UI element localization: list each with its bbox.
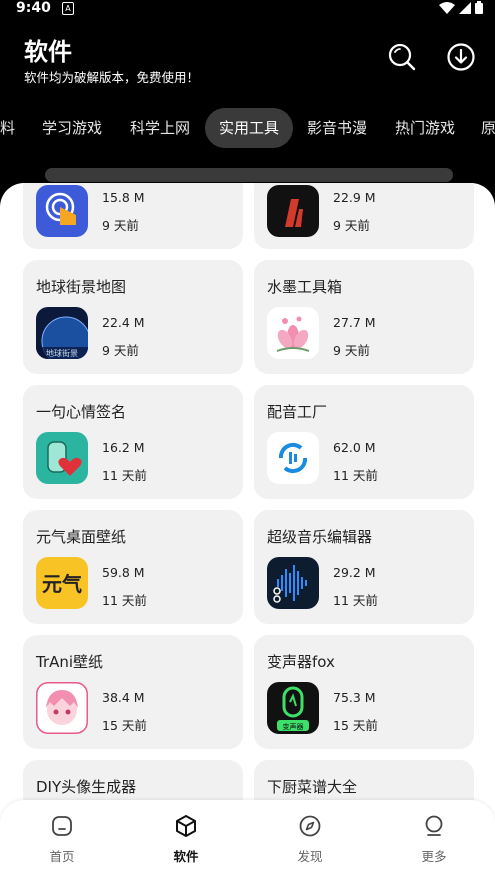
app-name: 超级音乐编辑器 [267,528,373,546]
app-name: 水墨工具箱 [267,278,343,296]
download-icon [447,43,475,71]
tab-media-books[interactable]: 影音书漫 [307,108,367,148]
status-icons [439,1,483,14]
app-card[interactable]: TrAni壁纸 38.4 M 15 天前 [23,635,243,749]
anime-girl-icon [36,682,88,734]
download-button[interactable] [446,42,476,72]
app-size: 22.9 M [333,190,376,205]
app-updated: 9 天前 [333,218,370,233]
app-name: 配音工厂 [267,403,328,421]
more-icon [425,815,443,836]
tab-partial-right[interactable]: 原 [481,108,495,148]
app-size: 59.8 M [102,565,145,580]
app-name: 下厨菜谱大全 [267,778,358,796]
nav-label: 更多 [421,849,447,864]
app-size: 75.3 M [333,690,376,705]
app-list-sheet[interactable]: 15.8 M 9 天前 22.9 M 9 天前 地球街景地图 地球街景 22.4… [0,183,495,874]
nav-label: 首页 [49,849,75,864]
app-updated: 11 天前 [333,593,378,608]
category-tabs: 料 学习游戏 科学上网 实用工具 影音书漫 热门游戏 原 [0,108,495,148]
app-card[interactable]: 元气桌面壁纸 元气 59.8 M 11 天前 [23,510,243,624]
app-card[interactable]: 一句心情签名 16.2 M 11 天前 [23,385,243,499]
app-size: 27.7 M [333,315,376,330]
signal-icon [459,1,471,14]
tab-utilities[interactable]: 实用工具 [205,108,294,148]
app-size: 15.8 M [102,190,145,205]
app-size: 62.0 M [333,440,376,455]
status-bar: 9:40 A [0,0,495,18]
cube-icon [176,815,196,837]
app-updated: 11 天前 [102,593,147,608]
tap-app-icon [36,185,88,237]
app-name: 变声器fox [267,653,335,671]
nav-label: 发现 [297,849,323,864]
app-card[interactable]: 地球街景地图 地球街景 22.4 M 9 天前 [23,260,243,374]
tab-study-games[interactable]: 学习游戏 [42,108,102,148]
app-updated: 15 天前 [333,718,378,733]
app-card[interactable]: 水墨工具箱 27.7 M 9 天前 [254,260,474,374]
app-card[interactable]: 15.8 M 9 天前 [23,183,243,249]
battery-icon [475,1,483,14]
app-name: 元气桌面壁纸 [36,528,127,546]
tab-science-web[interactable]: 科学上网 [130,108,190,148]
app-name: 一句心情签名 [36,403,127,421]
app-name: TrAni壁纸 [36,653,104,671]
nav-software[interactable]: 软件 [146,814,226,865]
app-card[interactable]: 配音工厂 62.0 M 11 天前 [254,385,474,499]
app-size: 38.4 M [102,690,145,705]
nav-label: 软件 [173,849,199,864]
app-updated: 11 天前 [102,468,147,483]
app-size: 29.2 M [333,565,376,580]
music-editor-icon [267,557,319,609]
svg-text:地球街景: 地球街景 [46,348,78,358]
app-card[interactable]: 超级音乐编辑器 29.2 M 11 天前 [254,510,474,624]
yuanqi-icon: 元气 [36,557,88,609]
status-time: 9:40 [16,0,51,16]
heart-bottle-icon [36,432,88,484]
nav-discover[interactable]: 发现 [270,814,350,865]
app-updated: 15 天前 [102,718,147,733]
search-button[interactable] [387,42,417,72]
voice-changer-icon: 变声器 [267,682,319,734]
home-icon [52,816,72,836]
app-updated: 9 天前 [102,218,139,233]
app-name: DIY头像生成器 [36,778,137,796]
sim-icon: A [62,2,74,15]
dubbing-icon [267,432,319,484]
lotus-icon [267,307,319,359]
tab-hot-games[interactable]: 热门游戏 [395,108,455,148]
app-size: 16.2 M [102,440,145,455]
search-icon [388,43,416,71]
page-subtitle: 软件均为破解版本，免费使用！ [24,70,200,85]
app-updated: 9 天前 [333,343,370,358]
tab-partial-left[interactable]: 料 [0,108,15,148]
svg-text:元气: 元气 [42,572,82,596]
app-size: 22.4 M [102,315,145,330]
svg-text:变声器: 变声器 [283,722,304,731]
app-updated: 9 天前 [102,343,139,358]
bottom-navigation: 首页 软件 发现 更多 [0,800,495,874]
tab-scroll-indicator [45,168,453,182]
nav-more[interactable]: 更多 [394,814,474,865]
app-card[interactable]: 22.9 M 9 天前 [254,183,474,249]
app-updated: 11 天前 [333,468,378,483]
compass-icon [299,815,321,837]
app-card[interactable]: 变声器fox 变声器 75.3 M 15 天前 [254,635,474,749]
wifi-icon [439,1,455,14]
app-name: 地球街景地图 [36,278,127,296]
earth-map-icon: 地球街景 [36,307,88,359]
nav-home[interactable]: 首页 [22,814,102,865]
page-title: 软件 [24,38,72,66]
red-logo-icon [267,185,319,237]
